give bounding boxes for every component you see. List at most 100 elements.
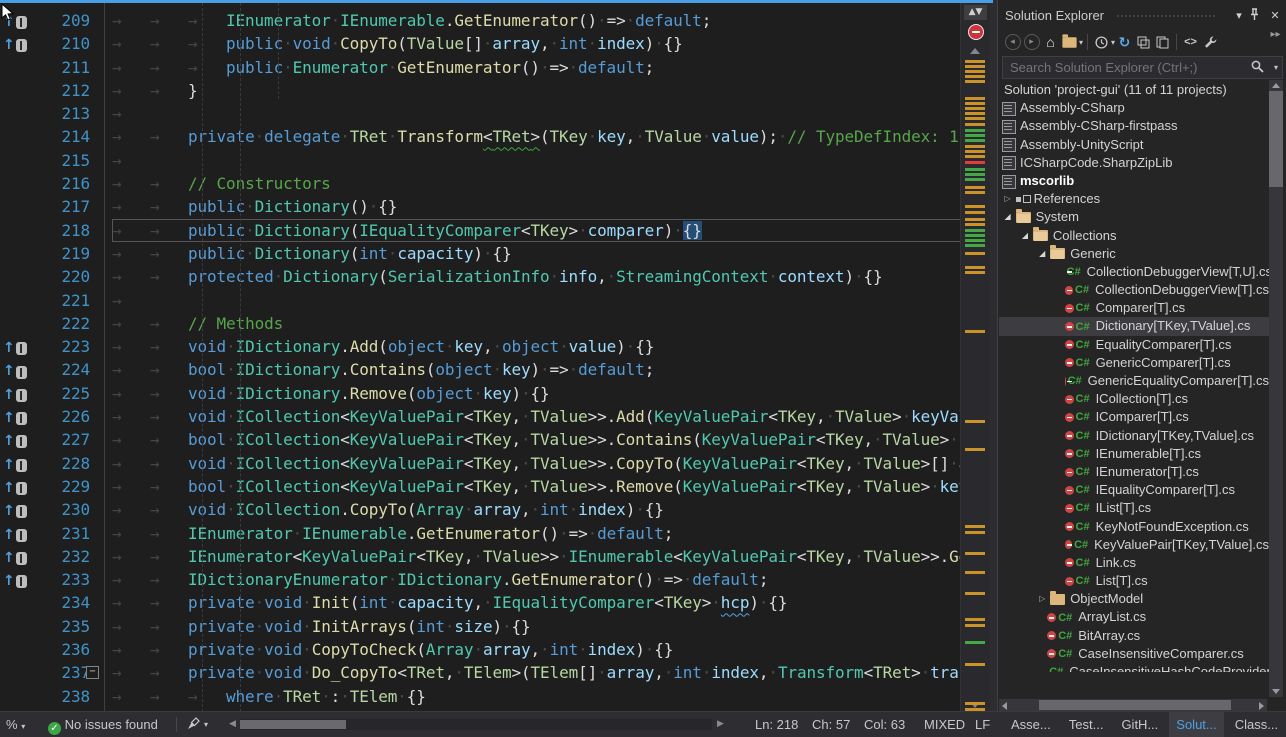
search-icon[interactable] <box>1251 60 1264 73</box>
tree-item-comparer-t-cs[interactable]: C#Comparer[T].cs <box>999 299 1269 317</box>
code-editor[interactable]: ↑↑↑↑↑↑↑↑↑↑↑↑↑ 20921021121221321421521621… <box>0 0 990 712</box>
tree-item-icollection-t-cs[interactable]: C#ICollection[T].cs <box>999 390 1269 408</box>
tool-window-tab-asse[interactable]: Asse... <box>1004 712 1058 737</box>
override-indicator-icon[interactable]: ↑ <box>3 430 27 453</box>
code-area[interactable]: ↑↑↑↑↑↑↑↑↑↑↑↑↑ 20921021121221321421521621… <box>0 3 961 712</box>
expanded-twisty-icon[interactable]: ◢ <box>1034 245 1050 263</box>
tree-item-system[interactable]: ◢System <box>999 208 1269 226</box>
scroll-right-arrow[interactable] <box>1259 702 1264 710</box>
solution-explorer-search[interactable]: ▾ <box>1002 56 1283 79</box>
tree-item-icomparer-t-cs[interactable]: C#IComparer[T].cs <box>999 408 1269 426</box>
tree-item-genericequalitycomparer-t-cs[interactable]: C#GenericEqualityComparer[T].cs <box>999 372 1269 390</box>
tool-window-tab-test[interactable]: Test... <box>1062 712 1111 737</box>
override-indicator-icon[interactable]: ↑ <box>3 384 27 407</box>
fold-collapse-button[interactable]: − <box>86 666 99 679</box>
hscroll-left-arrow[interactable]: ◀ <box>227 719 238 730</box>
tree-item-ienumerator-t-cs[interactable]: C#IEnumerator[T].cs <box>999 463 1269 481</box>
home-icon[interactable]: ⌂ <box>1041 33 1060 51</box>
tree-item-icsharpcode-sharpziplib[interactable]: ICSharpCode.SharpZipLib <box>999 154 1269 172</box>
expanded-twisty-icon[interactable]: ◢ <box>1017 227 1033 245</box>
collapsed-twisty-icon[interactable]: ▷ <box>1000 190 1016 208</box>
window-position-chevron-icon[interactable]: ▾ <box>1231 8 1247 24</box>
tree-item-iequalitycomparer-t-cs[interactable]: C#IEqualityComparer[T].cs <box>999 481 1269 499</box>
glyph-margin[interactable]: ↑↑↑↑↑↑↑↑↑↑↑↑↑ <box>0 3 30 712</box>
editor-horizontal-scrollbar[interactable] <box>240 719 712 730</box>
glyph-cell[interactable]: ↑ <box>0 382 30 405</box>
expanded-twisty-icon[interactable]: ◢ <box>1000 208 1016 226</box>
scroll-down-arrow[interactable] <box>1272 689 1280 694</box>
override-indicator-icon[interactable]: ↑ <box>3 337 27 360</box>
search-input[interactable] <box>1008 58 1242 77</box>
toolbar-overflow-icon[interactable]: ▸▸ <box>1266 25 1285 43</box>
tree-item-collectiondebuggerview-t-u-cs[interactable]: C#CollectionDebuggerView[T,U].cs <box>999 263 1269 281</box>
tool-window-tab-solut[interactable]: Solut... <box>1169 712 1223 737</box>
glyph-cell[interactable]: ↑ <box>0 405 30 428</box>
tree-horizontal-scrollbar[interactable] <box>999 699 1267 711</box>
collapsed-twisty-icon[interactable]: ▷ <box>1034 590 1050 608</box>
glyph-cell[interactable]: ↑ <box>0 498 30 521</box>
glyph-cell[interactable]: ↑ <box>0 545 30 568</box>
tree-item-dictionary-tkey-tvalue-cs[interactable]: C#Dictionary[TKey,TValue].cs <box>999 317 1269 335</box>
tree-item-assembly-unityscript[interactable]: Assembly-UnityScript <box>999 136 1269 154</box>
override-indicator-icon[interactable]: ↑ <box>3 547 27 570</box>
code-cleanup-broom-icon[interactable] <box>187 717 201 732</box>
scroll-up-arrow[interactable] <box>970 48 980 54</box>
tree-item-ilist-t-cs[interactable]: C#IList[T].cs <box>999 499 1269 517</box>
glyph-cell[interactable]: ↑ <box>0 522 30 545</box>
glyph-cell[interactable]: ↑ <box>0 358 30 381</box>
tree-item-generic[interactable]: ◢Generic <box>999 245 1269 263</box>
tree-item-mscorlib[interactable]: mscorlib <box>999 172 1269 190</box>
solution-explorer-titlebar[interactable]: Solution Explorer ▾ ✕ <box>998 0 1286 29</box>
tree-item-caseinsensitivecomparer-cs[interactable]: C#CaseInsensitiveComparer.cs <box>999 645 1269 663</box>
pin-icon[interactable] <box>1249 8 1265 24</box>
tool-window-tab-gith[interactable]: GitH... <box>1114 712 1165 737</box>
split-editor-grip-icon[interactable]: ▲▼ <box>964 5 987 20</box>
override-indicator-icon[interactable]: ↑ <box>3 500 27 523</box>
glyph-cell[interactable]: ↑ <box>0 335 30 358</box>
search-options-dropdown[interactable]: ▾ <box>1274 63 1278 72</box>
glyph-cell[interactable]: ↑ <box>0 568 30 591</box>
scroll-left-arrow[interactable] <box>1002 702 1007 710</box>
tree-item-caseinsensitivehashcodeprovider-cs[interactable]: C#CaseInsensitiveHashCodeProvider.cs <box>999 663 1269 672</box>
tree-item-references[interactable]: ▷References <box>999 190 1269 208</box>
tree-item-collections[interactable]: ◢Collections <box>999 227 1269 245</box>
collapse-all-icon[interactable] <box>1134 33 1153 51</box>
titlebar-grip[interactable] <box>1116 14 1216 19</box>
tree-item-objectmodel[interactable]: ▷ObjectModel <box>999 590 1269 608</box>
tree-item-list-t-cs[interactable]: C#List[T].cs <box>999 572 1269 590</box>
tree-item-keynotfoundexception-cs[interactable]: C#KeyNotFoundException.cs <box>999 518 1269 536</box>
hscroll-right-arrow[interactable]: ▶ <box>715 719 726 730</box>
view-code-icon[interactable]: <> <box>1181 33 1200 51</box>
override-indicator-icon[interactable]: ↑ <box>3 524 27 547</box>
back-icon[interactable]: ◂ <box>1003 33 1022 51</box>
tree-item-assembly-csharp-firstpass[interactable]: Assembly-CSharp-firstpass <box>999 117 1269 135</box>
show-all-files-icon[interactable] <box>1153 33 1172 51</box>
tree-item-collectiondebuggerview-t-cs[interactable]: C#CollectionDebuggerView[T].cs <box>999 281 1269 299</box>
tree-item-solution-project-gui-11-of-11-projects[interactable]: Solution 'project-gui' (11 of 11 project… <box>999 81 1269 99</box>
editor-vertical-scrollbar[interactable]: ▲▼ <box>960 3 990 712</box>
tool-window-tab-class[interactable]: Class... <box>1228 712 1285 737</box>
filter-pending-changes-icon[interactable] <box>1092 33 1111 51</box>
tree-vertical-scrollbar[interactable] <box>1269 80 1283 697</box>
tree-item-equalitycomparer-t-cs[interactable]: C#EqualityComparer[T].cs <box>999 336 1269 354</box>
switch-views-icon[interactable] <box>1060 33 1079 51</box>
issues-indicator[interactable]: ✓ No issues found <box>48 712 158 737</box>
tree-item-keyvaluepair-tkey-tvalue-cs[interactable]: C#KeyValuePair[TKey,TValue].cs <box>999 536 1269 554</box>
tree-item-genericcomparer-t-cs[interactable]: C#GenericComparer[T].cs <box>999 354 1269 372</box>
refresh-icon[interactable]: ↻ <box>1115 33 1134 51</box>
tree-item-bitarray-cs[interactable]: C#BitArray.cs <box>999 627 1269 645</box>
tree-item-idictionary-tkey-tvalue-cs[interactable]: C#IDictionary[TKey,TValue].cs <box>999 427 1269 445</box>
scrollbar-thumb[interactable] <box>240 720 346 729</box>
code-text-column[interactable]: →→→IEnumerator·IEnumerable.GetEnumerator… <box>104 3 961 712</box>
tree-item-ienumerable-t-cs[interactable]: C#IEnumerable[T].cs <box>999 445 1269 463</box>
scroll-up-arrow[interactable] <box>1272 83 1280 88</box>
scrollbar-thumb[interactable] <box>1039 700 1231 710</box>
code-cleanup-dropdown[interactable]: ▾ <box>204 712 208 737</box>
override-indicator-icon[interactable]: ↑ <box>3 477 27 500</box>
tree-item-arraylist-cs[interactable]: C#ArrayList.cs <box>999 608 1269 626</box>
glyph-cell[interactable]: ↑ <box>0 32 30 55</box>
override-indicator-icon[interactable]: ↑ <box>3 360 27 383</box>
close-icon[interactable]: ✕ <box>1267 8 1283 24</box>
override-indicator-icon[interactable]: ↑ <box>3 454 27 477</box>
tree-item-link-cs[interactable]: C#Link.cs <box>999 554 1269 572</box>
